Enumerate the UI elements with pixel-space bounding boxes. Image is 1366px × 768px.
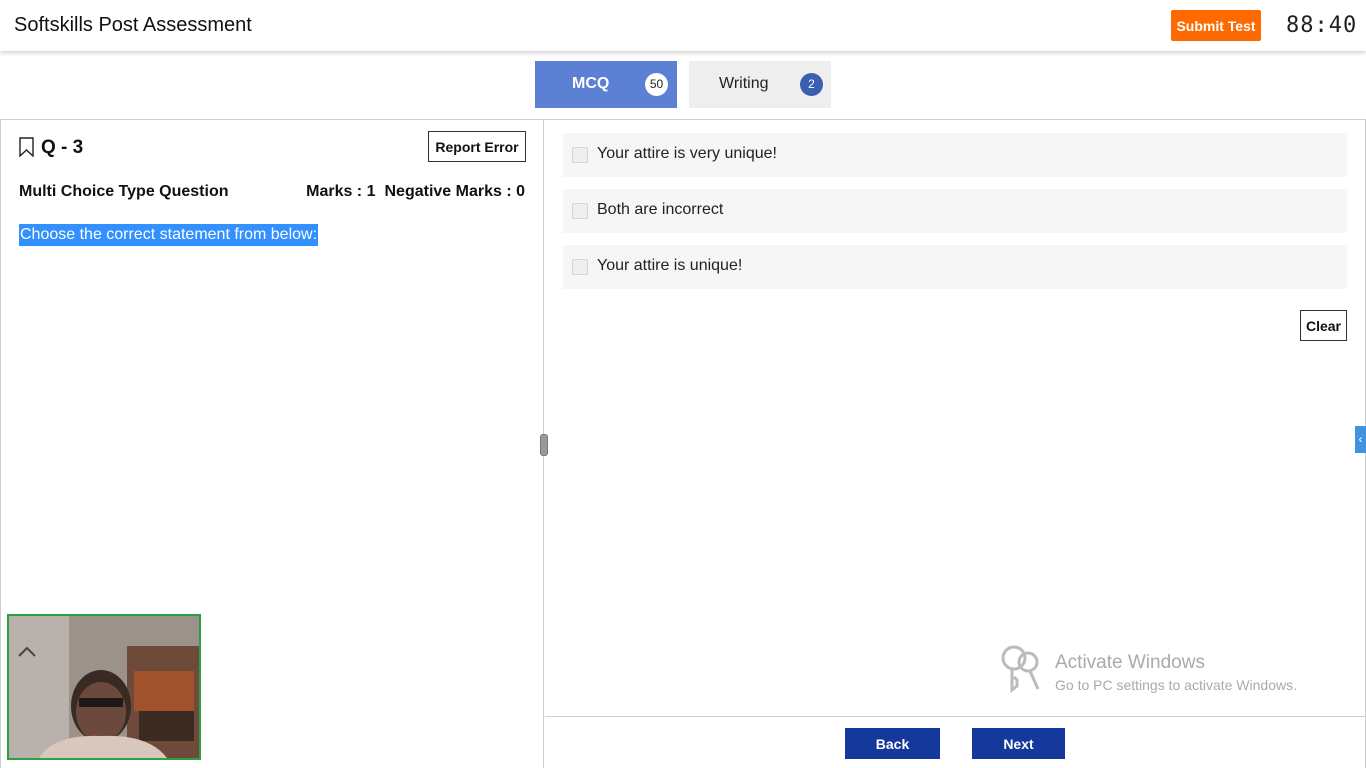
question-panel: Q - 3 Report Error Multi Choice Type Que… bbox=[0, 119, 544, 768]
footer-divider bbox=[545, 716, 1365, 717]
negative-marks-value: Negative Marks : 0 bbox=[384, 183, 525, 200]
question-text: Choose the correct statement from below: bbox=[19, 224, 319, 246]
report-error-button[interactable]: Report Error bbox=[428, 131, 526, 162]
marks-info: Marks : 1 Negative Marks : 0 bbox=[306, 183, 525, 201]
marks-value: Marks : 1 bbox=[306, 183, 376, 200]
submit-test-button[interactable]: Submit Test bbox=[1171, 10, 1261, 41]
key-icon bbox=[1001, 645, 1040, 694]
activate-windows-subtitle: Go to PC settings to activate Windows. bbox=[1055, 677, 1297, 693]
question-type: Multi Choice Type Question bbox=[19, 183, 229, 200]
tab-mcq-label: MCQ bbox=[572, 75, 610, 92]
tab-writing-label: Writing bbox=[719, 75, 769, 92]
tab-writing-count-badge: 2 bbox=[800, 73, 823, 96]
app-title: Softskills Post Assessment bbox=[14, 14, 252, 36]
option-1-checkbox[interactable] bbox=[572, 147, 588, 163]
option-3-checkbox[interactable] bbox=[572, 259, 588, 275]
option-1[interactable]: Your attire is very unique! bbox=[563, 133, 1347, 177]
back-button[interactable]: Back bbox=[845, 728, 940, 759]
option-1-label: Your attire is very unique! bbox=[597, 145, 777, 162]
option-3-label: Your attire is unique! bbox=[597, 257, 743, 274]
webcam-preview[interactable] bbox=[7, 614, 201, 760]
tab-writing[interactable]: Writing 2 bbox=[689, 61, 831, 108]
question-number: Q - 3 bbox=[41, 137, 84, 158]
option-2[interactable]: Both are incorrect bbox=[563, 189, 1347, 233]
option-2-label: Both are incorrect bbox=[597, 201, 724, 218]
option-2-checkbox[interactable] bbox=[572, 203, 588, 219]
next-button[interactable]: Next bbox=[972, 728, 1065, 759]
countdown-timer: 88:40 bbox=[1286, 13, 1358, 38]
activate-windows-title: Activate Windows bbox=[1055, 652, 1205, 673]
options-panel: Your attire is very unique! Both are inc… bbox=[544, 119, 1366, 768]
option-3[interactable]: Your attire is unique! bbox=[563, 245, 1347, 289]
bookmark-icon[interactable] bbox=[19, 137, 34, 157]
header-bar: Softskills Post Assessment Submit Test 8… bbox=[0, 0, 1366, 51]
webcam-image bbox=[9, 616, 199, 758]
clear-button[interactable]: Clear bbox=[1300, 310, 1347, 341]
chevron-left-icon[interactable]: ‹ bbox=[1355, 426, 1366, 453]
tab-mcq-count-badge: 50 bbox=[645, 73, 668, 96]
tab-mcq[interactable]: MCQ 50 bbox=[535, 61, 677, 108]
